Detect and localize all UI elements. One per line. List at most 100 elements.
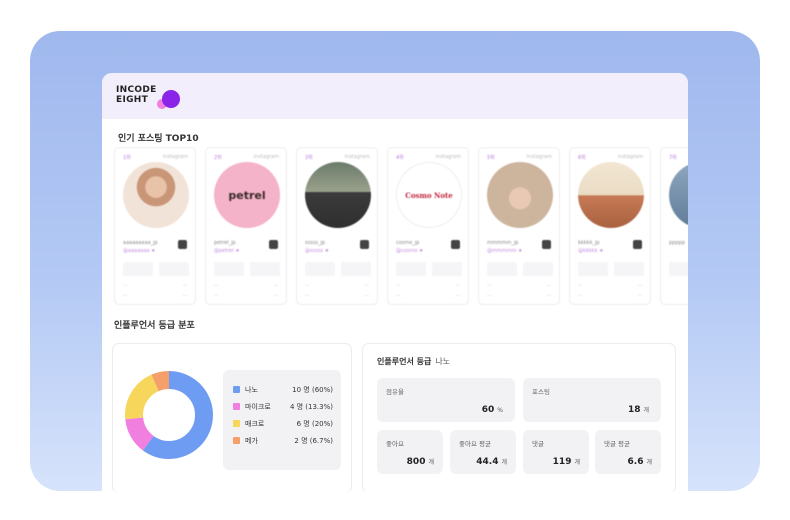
value-number: 6.6 [627, 457, 644, 467]
link-icon[interactable] [269, 240, 278, 249]
grade-stats-panel: 인플루언서 등급 나노 점유율 60% 포스팅 18 개 좋아요 800 개 좋아요 … [362, 343, 676, 491]
post-thumbnail [578, 162, 644, 228]
link-icon[interactable] [360, 240, 369, 249]
stat-chip [214, 262, 244, 276]
stat-chip [669, 262, 688, 276]
legend-item-mega: 메가 2 명 (6.7%) [233, 435, 333, 447]
legend-swatch [233, 386, 240, 393]
value-unit: 개 [643, 407, 649, 414]
row-value: ··· [182, 284, 187, 289]
tile-likes: 좋아요 800 개 [377, 430, 443, 474]
stat-chip [487, 262, 517, 276]
link-icon[interactable] [633, 240, 642, 249]
link-icon[interactable] [451, 240, 460, 249]
post-card[interactable]: 7위 ppppp [660, 147, 688, 305]
row-label: ··· [578, 284, 583, 289]
handle: @sssss ★ [305, 248, 330, 254]
value-number: 18 [627, 405, 641, 415]
row-value: ··· [364, 284, 369, 289]
link-icon[interactable] [178, 240, 187, 249]
row-label: ··· [487, 294, 492, 299]
brand-logo[interactable]: INCODE EIGHT [116, 85, 180, 109]
row-value: ··· [637, 284, 642, 289]
post-date: instagram [617, 154, 643, 160]
top-posts-carousel[interactable]: 1위 instagram aaaaaaaaa_jp @aaaaaaa ★ ···… [102, 147, 688, 307]
post-thumbnail [305, 162, 371, 228]
post-card[interactable]: 1위 instagram aaaaaaaaa_jp @aaaaaaa ★ ···… [114, 147, 196, 305]
rank-badge: 2위 [214, 155, 222, 161]
legend-label: 마이크로 [245, 403, 271, 411]
value-unit: % [497, 407, 503, 414]
username: mmmmm_jp [487, 240, 519, 246]
tile-share: 점유율 60% [377, 378, 515, 422]
post-card[interactable]: 5위 instagram mmmmm_jp @mmmmm ★ ··· ··· ·… [478, 147, 560, 305]
post-thumbnail: Cosmo Note [396, 162, 462, 228]
legend-label: 매크로 [245, 420, 265, 428]
post-card[interactable]: 4위 instagram Cosmo Note cosmo_jp @cosmo … [387, 147, 469, 305]
grade-donut-chart [125, 371, 213, 459]
post-card[interactable]: 3위 instagram sssss_jp @sssss ★ ··· ··· ·… [296, 147, 378, 305]
row-value: ··· [273, 284, 278, 289]
tile-posts: 포스팅 18 개 [523, 378, 661, 422]
legend-item-macro: 매크로 6 명 (20%) [233, 418, 333, 430]
tile-label: 댓글 평균 [604, 440, 630, 448]
legend-label: 나노 [245, 386, 258, 394]
value-unit: 개 [501, 459, 507, 466]
legend-swatch [233, 437, 240, 444]
logo-line-2: EIGHT [116, 95, 149, 105]
tile-value: 18 개 [628, 405, 649, 415]
stat-chip [250, 262, 280, 276]
rank-badge: 5위 [487, 155, 495, 161]
selected-grade[interactable]: 나노 [435, 357, 450, 366]
row-label: ··· [305, 284, 310, 289]
tile-label: 점유율 [386, 388, 404, 396]
tile-value: 60% [482, 405, 503, 415]
post-card[interactable]: 6위 instagram kkkkk_jp @kkkkk ★ ··· ··· ·… [569, 147, 651, 305]
value-number: 44.4 [476, 457, 499, 467]
distribution-legend: 나노 10 명 (60%) 마이크로 4 명 (13.3%) 매크로 6 명 (… [223, 370, 341, 470]
post-thumbnail [669, 162, 688, 228]
stat-chip [123, 262, 153, 276]
tile-value: 800 개 [407, 457, 434, 467]
tile-likes-avg: 좋아요 평균 44.4 개 [450, 430, 516, 474]
legend-item-nano: 나노 10 명 (60%) [233, 384, 333, 396]
top-posts-title: 인기 포스팅 TOP10 [118, 134, 199, 144]
link-icon[interactable] [542, 240, 551, 249]
row-value: ··· [546, 294, 551, 299]
screenshot-frame: INCODE EIGHT 인기 포스팅 TOP10 1위 instagram a… [30, 31, 760, 491]
row-label: ··· [214, 284, 219, 289]
handle: @kkkkk ★ [578, 248, 604, 254]
legend-swatch [233, 403, 240, 410]
username: ppppp [669, 240, 685, 246]
legend-value: 10 명 (60%) [292, 386, 333, 394]
username: aaaaaaaaa_jp [123, 240, 158, 246]
value-unit: 개 [646, 459, 652, 466]
tile-comments: 댓글 119 개 [523, 430, 589, 474]
rank-badge: 7위 [669, 155, 677, 161]
value-number: 800 [406, 457, 426, 467]
stat-chip [341, 262, 371, 276]
logo-mark-icon [157, 90, 180, 109]
value-unit: 개 [428, 459, 434, 466]
tile-value: 6.6 개 [628, 457, 652, 467]
row-label: ··· [396, 294, 401, 299]
dashboard-window: INCODE EIGHT 인기 포스팅 TOP10 1위 instagram a… [102, 73, 688, 491]
rank-badge: 6위 [578, 155, 586, 161]
row-value: ··· [273, 294, 278, 299]
row-value: ··· [182, 294, 187, 299]
legend-swatch [233, 420, 240, 427]
post-card[interactable]: 2위 instagram petrel petrel_jp @petrel ★ … [205, 147, 287, 305]
logo-line-1: INCODE [116, 85, 157, 95]
handle: @mmmmm ★ [487, 248, 523, 254]
handle: @aaaaaaa ★ [123, 248, 156, 254]
row-value: ··· [637, 294, 642, 299]
stat-chip [432, 262, 462, 276]
post-date: instagram [344, 154, 370, 160]
stat-chip [614, 262, 644, 276]
avatar-text: Cosmo Note [405, 190, 453, 200]
row-label: ··· [487, 284, 492, 289]
stat-chip [523, 262, 553, 276]
row-label: ··· [123, 294, 128, 299]
avatar-text: petrel [228, 188, 266, 202]
row-value: ··· [546, 284, 551, 289]
